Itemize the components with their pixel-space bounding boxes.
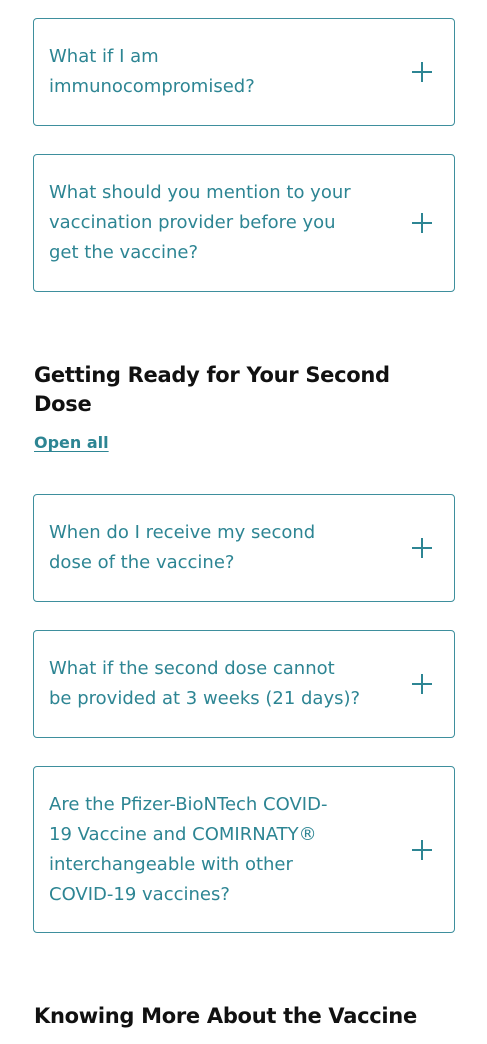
section-heading-second-dose: Getting Ready for Your Second Dose — [34, 363, 390, 416]
plus-icon[interactable] — [412, 538, 432, 558]
plus-icon[interactable] — [412, 674, 432, 694]
faq-question-text: What if the second dose cannot be provid… — [49, 658, 361, 709]
faq-when-second-dose[interactable]: When do I receive my second dose of the … — [33, 494, 455, 602]
faq-question-text: What if I am immunocompromised? — [49, 46, 255, 97]
plus-icon[interactable] — [412, 62, 432, 82]
plus-icon[interactable] — [412, 839, 432, 860]
faq-second-dose-delay[interactable]: What if the second dose cannot be provid… — [33, 630, 455, 738]
faq-question-text: When do I receive my second dose of the … — [49, 522, 316, 573]
faq-immunocompromised[interactable]: What if I am immunocompromised? — [33, 18, 455, 126]
faq-interchangeable[interactable]: Are the Pfizer-BioNTech COVID- 19 Vaccin… — [33, 766, 455, 933]
plus-icon[interactable] — [412, 213, 432, 233]
faq-question-text: Are the Pfizer-BioNTech COVID- 19 Vaccin… — [49, 793, 328, 905]
faq-mention-to-provider[interactable]: What should you mention to your vaccinat… — [33, 154, 455, 292]
faq-question-text: What should you mention to your vaccinat… — [49, 182, 351, 263]
open-all-link[interactable]: Open all — [34, 432, 109, 454]
section-heading-knowing-more: Knowing More About the Vaccine — [34, 1004, 417, 1028]
